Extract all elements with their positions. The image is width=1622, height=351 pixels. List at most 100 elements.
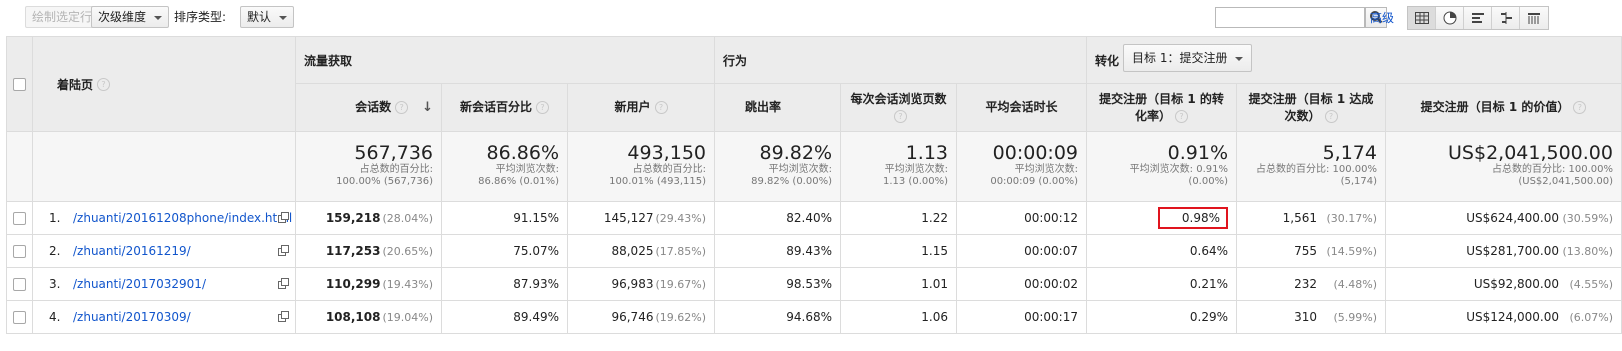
bounce-rate-value: 94.68% <box>786 310 832 324</box>
goal-select-value: 目标 1：提交注册 <box>1132 51 1228 65</box>
help-icon[interactable]: ? <box>97 77 111 91</box>
goal-value-value: US$624,400.00 <box>1466 211 1559 225</box>
advanced-link[interactable]: 高级 <box>1370 9 1394 26</box>
total-value: 0.91% <box>1167 142 1228 164</box>
pages-per-session-cell: 1.22 <box>841 202 957 235</box>
group-behavior: 行为 <box>715 36 1087 84</box>
total-sub1: 平均浏览次数: <box>884 164 948 175</box>
help-icon[interactable]: ? <box>654 101 668 114</box>
completions-cell: 232 (4.48%) <box>1237 268 1386 301</box>
group-acquisition: 流量获取 <box>296 36 715 84</box>
goal-select-dropdown[interactable]: 目标 1：提交注册 <box>1123 44 1253 72</box>
sessions-value: 159,218 <box>325 211 381 225</box>
col-new-session-pct[interactable]: 新会话百分比? <box>442 84 568 132</box>
new-users-pct: (19.62%) <box>655 310 706 324</box>
help-icon[interactable]: ? <box>894 109 907 123</box>
landing-page-header[interactable]: 着陆页? <box>33 36 296 132</box>
open-in-new-icon[interactable] <box>278 278 289 292</box>
open-in-new-icon[interactable] <box>278 311 289 325</box>
col-bounce-rate-label: 跳出率 <box>745 100 782 114</box>
row-checkbox[interactable] <box>13 310 26 324</box>
col-new-users[interactable]: 新用户? <box>568 84 715 132</box>
col-conv-rate[interactable]: 提交注册（目标 1 的转化率）? <box>1087 84 1237 132</box>
total-new-users: 493,150 占总数的百分比: 100.01% (493,115) <box>568 132 715 202</box>
conv-rate-cell: 0.64% <box>1087 235 1237 268</box>
bounce-rate-value: 98.53% <box>786 277 832 291</box>
goal-value-cell: US$92,800.00 (4.55%) <box>1386 268 1622 301</box>
total-sub2: (5,174) <box>1340 176 1377 187</box>
conv-rate-cell: 0.29% <box>1087 301 1237 334</box>
help-icon[interactable]: ? <box>1573 101 1587 114</box>
conv-rate-value: 0.21% <box>1189 277 1228 291</box>
plot-rows-button[interactable]: 绘制选定行 <box>25 6 100 28</box>
totals-label-cell <box>33 132 296 202</box>
goal-value-pct: (13.80%) <box>1562 244 1613 258</box>
pie-view-icon[interactable] <box>1436 7 1464 29</box>
completions-value: 755 <box>1294 244 1317 258</box>
landing-page-link[interactable]: /zhuanti/20170309/ <box>73 310 191 324</box>
open-in-new-icon[interactable] <box>278 245 289 259</box>
total-value: 493,150 <box>627 142 706 164</box>
pivot-view-icon[interactable] <box>1520 7 1548 29</box>
open-in-new-icon[interactable] <box>278 212 289 226</box>
landing-page-link[interactable]: /zhuanti/20161219/ <box>73 244 191 258</box>
total-sub1: 平均浏览次数: <box>768 164 832 175</box>
view-toggle-group <box>1407 6 1549 30</box>
conv-rate-cell: 0.98% <box>1087 202 1237 235</box>
goal-value-pct: (6.07%) <box>1569 310 1613 324</box>
new-users-pct: (17.85%) <box>655 244 706 258</box>
comparison-view-icon[interactable] <box>1492 7 1520 29</box>
col-sessions[interactable]: 会话数? ↓ <box>296 84 442 132</box>
total-sub1: 平均浏览次数: <box>1014 164 1078 175</box>
help-icon[interactable]: ? <box>1324 109 1338 123</box>
row-checkbox[interactable] <box>13 211 26 225</box>
col-avg-duration-label: 平均会话时长 <box>985 100 1058 114</box>
col-completions[interactable]: 提交注册（目标 1 达成次数）? <box>1237 84 1386 132</box>
total-pages-per-session: 1.13 平均浏览次数: 1.13 (0.00%) <box>841 132 957 202</box>
select-all-checkbox[interactable] <box>13 77 26 91</box>
secondary-dimension-dropdown[interactable]: 次级维度 <box>91 6 170 28</box>
col-avg-duration[interactable]: 平均会话时长 <box>957 84 1087 132</box>
completions-pct: (14.59%) <box>1326 244 1377 258</box>
total-avg-duration: 00:00:09 平均浏览次数: 00:00:09 (0.00%) <box>957 132 1087 202</box>
col-new-session-pct-label: 新会话百分比 <box>459 100 532 114</box>
col-pages-per-session[interactable]: 每次会话浏览页数? <box>841 84 957 132</box>
col-completions-label: 提交注册（目标 1 达成次数） <box>1248 91 1374 123</box>
landing-page-link[interactable]: /zhuanti/20161208phone/index.html <box>73 211 292 225</box>
bounce-rate-value: 89.43% <box>786 244 832 258</box>
goal-value-cell: US$624,400.00 (30.59%) <box>1386 202 1622 235</box>
table-view-icon[interactable] <box>1408 7 1436 29</box>
help-icon[interactable]: ? <box>395 101 409 114</box>
row-checkbox[interactable] <box>13 244 26 258</box>
landing-page-link[interactable]: /zhuanti/2017032901/ <box>73 277 206 291</box>
col-pages-per-session-label: 每次会话浏览页数 <box>850 91 947 106</box>
total-conv-rate: 0.91% 平均浏览次数: 0.91% (0.00%) <box>1087 132 1237 202</box>
total-sub2: 100.00% (567,736) <box>336 176 433 187</box>
col-goal-value[interactable]: 提交注册（目标 1 的价值）? <box>1386 84 1622 132</box>
new-session-pct-cell: 87.93% <box>442 268 568 301</box>
sessions-value: 117,253 <box>325 244 381 258</box>
search-input[interactable] <box>1215 7 1365 28</box>
avg-duration-value: 00:00:07 <box>1024 244 1078 258</box>
help-icon[interactable]: ? <box>1175 109 1188 123</box>
new-session-pct-value: 91.15% <box>513 211 559 225</box>
total-sessions: 567,736 占总数的百分比: 100.00% (567,736) <box>296 132 442 202</box>
goal-value-value: US$92,800.00 <box>1473 277 1559 291</box>
col-bounce-rate[interactable]: 跳出率 <box>715 84 841 132</box>
landing-page-cell: 3. /zhuanti/2017032901/ <box>33 268 296 301</box>
total-sub1: 占总数的百分比: <box>359 164 433 175</box>
completions-cell: 755 (14.59%) <box>1237 235 1386 268</box>
total-sub2: (US$2,041,500.00) <box>1518 176 1613 187</box>
help-icon[interactable]: ? <box>536 101 549 114</box>
total-sub2: 00:00:09 (0.00%) <box>990 176 1078 187</box>
pages-per-session-value: 1.06 <box>921 310 948 324</box>
row-checkbox-cell <box>6 301 33 334</box>
col-conv-rate-wrap: 提交注册（目标 1 的转化率）? <box>1095 91 1228 125</box>
row-checkbox[interactable] <box>13 277 26 291</box>
new-session-pct-cell: 89.49% <box>442 301 568 334</box>
sort-type-dropdown[interactable]: 默认 <box>240 6 295 28</box>
performance-view-icon[interactable] <box>1464 7 1492 29</box>
new-session-pct-cell: 75.07% <box>442 235 568 268</box>
pages-per-session-cell: 1.01 <box>841 268 957 301</box>
col-goal-value-wrap: 提交注册（目标 1 的价值）? <box>1421 99 1587 116</box>
